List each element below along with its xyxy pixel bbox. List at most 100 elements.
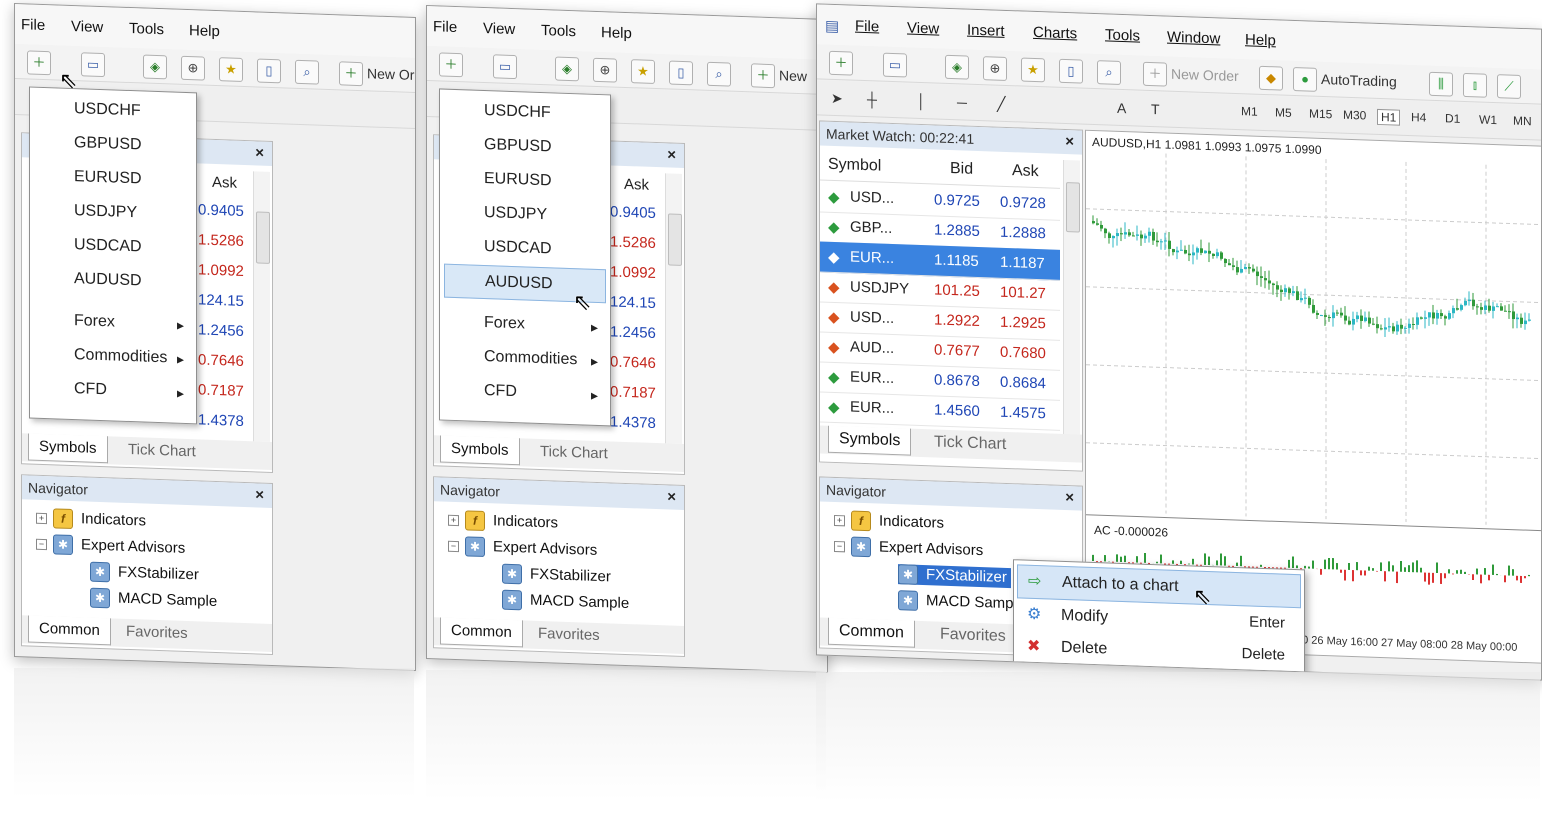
trendline-icon[interactable]: ╱ <box>997 96 1005 113</box>
column-ask[interactable]: Ask <box>624 176 649 194</box>
menu-file[interactable]: File <box>855 18 879 36</box>
navigator-icon[interactable]: ★ <box>219 57 243 82</box>
dropdown-item-usdchf[interactable]: USDCHF <box>34 92 192 130</box>
nav-expert-advisors[interactable]: − ✱ Expert Advisors <box>834 536 983 561</box>
nav-indicators[interactable]: + f Indicators <box>36 508 146 532</box>
new-chart-icon[interactable]: ＋ <box>27 50 51 76</box>
tab-tick-chart[interactable]: Tick Chart <box>924 429 1016 458</box>
market-watch-icon[interactable]: ◈ <box>945 54 969 80</box>
column-symbol[interactable]: Symbol <box>828 156 881 176</box>
timeframe-h4[interactable]: H4 <box>1411 110 1426 125</box>
timeframe-m5[interactable]: M5 <box>1275 105 1292 120</box>
cursor-tool-icon[interactable]: ➤ <box>831 90 843 107</box>
dropdown-submenu-commodities[interactable]: Commodities <box>444 340 606 378</box>
scrollbar[interactable] <box>1063 159 1080 437</box>
scroll-thumb[interactable] <box>668 213 682 266</box>
horizontal-line-icon[interactable]: ─ <box>957 94 967 110</box>
menu-tools[interactable]: Tools <box>129 20 164 38</box>
tab-common[interactable]: Common <box>828 617 915 648</box>
tab-favorites[interactable]: Favorites <box>528 621 610 650</box>
timeframe-mn[interactable]: MN <box>1513 114 1532 129</box>
data-window-icon[interactable]: ⊕ <box>181 55 205 81</box>
bar-chart-icon[interactable]: ⫼ <box>1429 71 1453 97</box>
dropdown-item-audusd[interactable]: AUDUSD <box>34 262 192 300</box>
new-chart-icon[interactable]: ＋ <box>829 50 853 76</box>
candlestick-icon[interactable]: ⫾ <box>1463 72 1487 98</box>
dropdown-submenu-cfd[interactable]: CFD <box>444 374 606 412</box>
menu-view[interactable]: View <box>907 20 939 38</box>
close-icon[interactable]: × <box>667 146 676 163</box>
market-watch-icon[interactable]: ◈ <box>555 56 579 82</box>
dropdown-submenu-cfd[interactable]: CFD <box>34 372 192 410</box>
strategy-tester-icon[interactable]: ⌕ <box>295 59 319 85</box>
expand-icon[interactable]: + <box>448 514 459 526</box>
text-tool-icon[interactable]: A <box>1117 100 1126 116</box>
dropdown-item-eurusd[interactable]: EURUSD <box>34 160 192 198</box>
timeframe-d1[interactable]: D1 <box>1445 111 1460 126</box>
menu-window[interactable]: Window <box>1167 29 1220 48</box>
close-icon[interactable]: × <box>667 488 676 505</box>
tab-favorites[interactable]: Favorites <box>930 621 1016 650</box>
tab-tick-chart[interactable]: Tick Chart <box>118 437 206 466</box>
collapse-icon[interactable]: − <box>448 540 459 552</box>
nav-macd-sample[interactable]: ✱ MACD Sample <box>90 587 217 612</box>
close-icon[interactable]: × <box>255 486 264 503</box>
text-label-icon[interactable]: T <box>1151 101 1160 117</box>
metaeditor-icon[interactable]: ◆ <box>1259 65 1283 91</box>
close-icon[interactable]: × <box>1065 133 1074 150</box>
new-order-icon[interactable]: ＋ <box>1143 61 1167 87</box>
terminal-icon[interactable]: ▯ <box>257 58 281 84</box>
collapse-icon[interactable]: − <box>834 540 845 552</box>
timeframe-m1[interactable]: M1 <box>1241 104 1258 119</box>
new-order-icon[interactable]: ＋ <box>339 61 363 87</box>
menu-file[interactable]: File <box>21 16 45 34</box>
nav-macd-sample[interactable]: ✱ MACD Sample <box>502 589 629 614</box>
dropdown-item-eurusd[interactable]: EURUSD <box>444 162 606 200</box>
timeframe-h1[interactable]: H1 <box>1377 108 1401 126</box>
data-window-icon[interactable]: ⊕ <box>983 56 1007 81</box>
data-window-icon[interactable]: ⊕ <box>593 57 617 83</box>
close-icon[interactable]: × <box>255 144 264 161</box>
dropdown-item-usdchf[interactable]: USDCHF <box>444 94 606 132</box>
strategy-tester-icon[interactable]: ⌕ <box>1097 60 1121 85</box>
tab-common[interactable]: Common <box>440 617 523 648</box>
terminal-icon[interactable]: ▯ <box>669 60 693 86</box>
nav-expert-advisors[interactable]: − ✱ Expert Advisors <box>448 536 597 561</box>
column-bid[interactable]: Bid <box>950 160 973 179</box>
nav-indicators[interactable]: + f Indicators <box>448 510 558 534</box>
nav-fxstabilizer[interactable]: ✱ FXStabilizer <box>90 561 199 586</box>
menu-view[interactable]: View <box>71 18 103 36</box>
autotrading-button[interactable]: AutoTrading <box>1321 71 1397 90</box>
dropdown-item-gbpusd[interactable]: GBPUSD <box>444 128 606 166</box>
tab-symbols[interactable]: Symbols <box>828 425 912 456</box>
expand-icon[interactable]: + <box>36 512 47 524</box>
menu-charts[interactable]: Charts <box>1033 24 1077 43</box>
scroll-thumb[interactable] <box>1066 182 1080 233</box>
timeframe-w1[interactable]: W1 <box>1479 112 1497 127</box>
new-order-icon[interactable]: ＋ <box>751 63 775 89</box>
menu-help[interactable]: Help <box>601 24 632 42</box>
tab-common[interactable]: Common <box>28 615 111 646</box>
tab-symbols[interactable]: Symbols <box>440 435 520 466</box>
crosshair-icon[interactable]: ┼ <box>867 91 877 107</box>
timeframe-m15[interactable]: M15 <box>1309 107 1332 122</box>
profiles-icon[interactable]: ▭ <box>883 52 907 78</box>
vertical-line-icon[interactable]: │ <box>917 93 926 109</box>
column-ask[interactable]: Ask <box>1012 162 1039 181</box>
dropdown-item-usdcad[interactable]: USDCAD <box>34 228 192 266</box>
tab-favorites[interactable]: Favorites <box>116 619 198 648</box>
scroll-thumb[interactable] <box>256 211 270 264</box>
nav-fxstabilizer[interactable]: ✱ FXStabilizer <box>502 563 611 588</box>
navigator-icon[interactable]: ★ <box>1021 57 1045 83</box>
new-chart-icon[interactable]: ＋ <box>439 52 463 78</box>
nav-expert-advisors[interactable]: − ✱ Expert Advisors <box>36 534 185 559</box>
menu-tools[interactable]: Tools <box>1105 26 1140 44</box>
tab-tick-chart[interactable]: Tick Chart <box>530 439 618 468</box>
nav-indicators[interactable]: + f Indicators <box>834 510 944 534</box>
nav-fxstabilizer[interactable]: ✱ FXStabilizer <box>898 564 1011 589</box>
terminal-icon[interactable]: ▯ <box>1059 58 1083 84</box>
menu-help[interactable]: Help <box>189 22 220 40</box>
line-chart-icon[interactable]: ⟋ <box>1497 74 1521 99</box>
collapse-icon[interactable]: − <box>36 538 47 550</box>
close-icon[interactable]: × <box>1065 489 1074 506</box>
